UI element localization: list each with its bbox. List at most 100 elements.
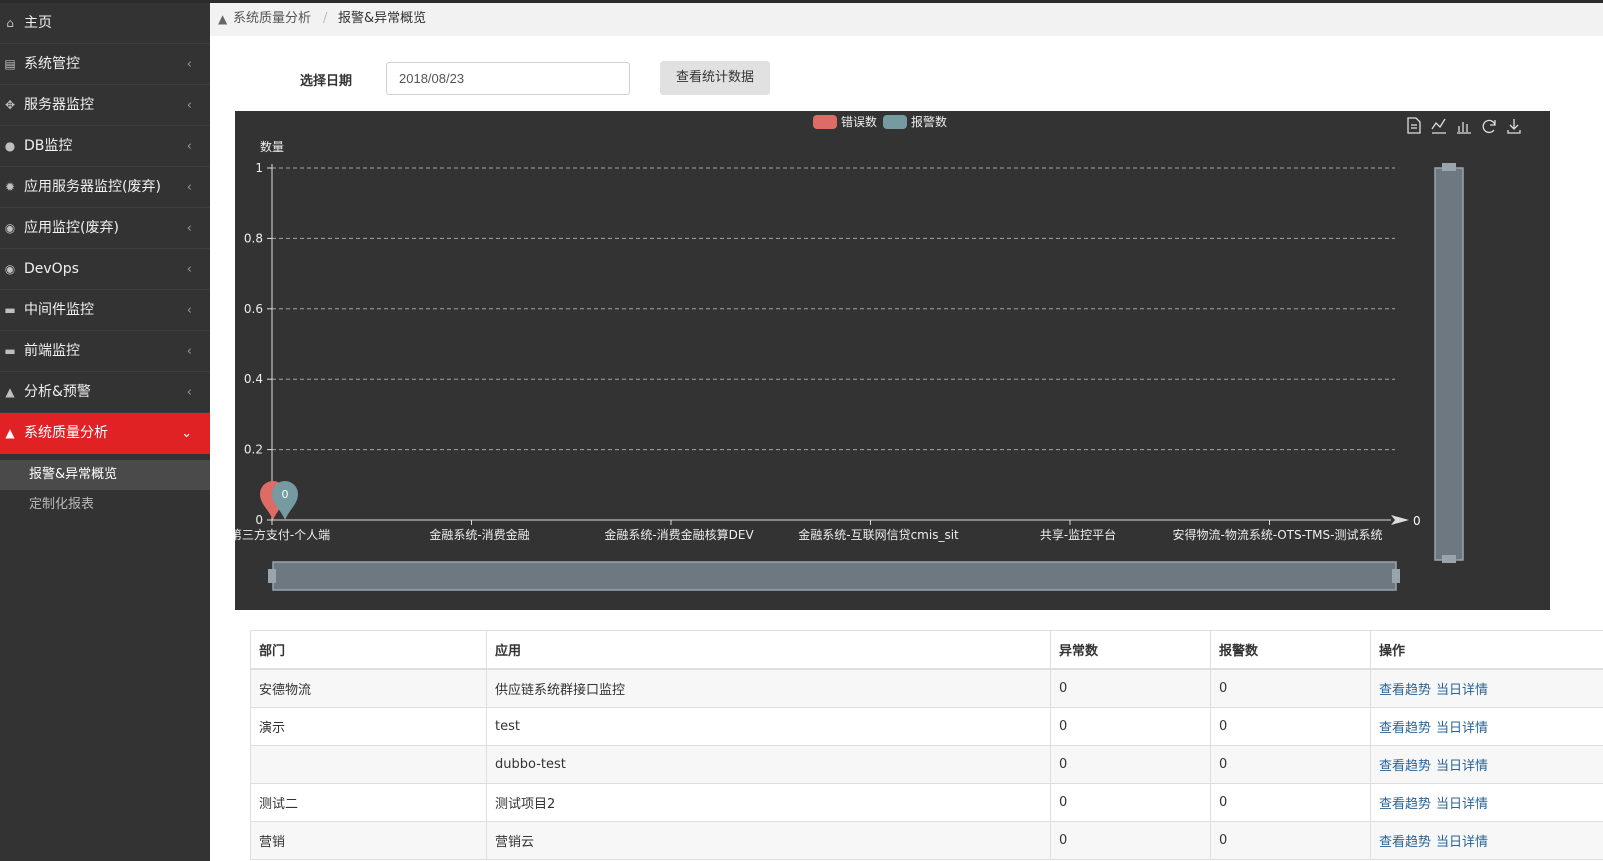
cell-alarms: 0 — [1210, 821, 1371, 860]
chevron-left-icon: ‹ — [186, 98, 192, 113]
sidebar-item-label: 应用服务器监控(废弃) — [24, 179, 161, 195]
sidebar-item-server-monitor[interactable]: ✥ 服务器监控 ‹ — [0, 85, 210, 126]
stats-table: 部门 应用 异常数 报警数 操作 安德物流 供应链系统群接口监控 0 0 查看趋… — [250, 630, 1603, 860]
x-tick-label: 金融系统-消费金融 — [429, 527, 529, 542]
home-icon: ⌂ — [6, 16, 14, 30]
sidebar-item-db-monitor[interactable]: ● DB监控 ‹ — [0, 126, 210, 167]
y-tick-label: 0.8 — [244, 231, 263, 245]
daily-detail-link[interactable]: 当日详情 — [1436, 683, 1488, 698]
x-tick-label: 共享-监控平台 — [1040, 527, 1116, 542]
cell-errors: 0 — [1050, 668, 1211, 708]
sidebar-item-label: 前端监控 — [24, 343, 80, 359]
legend-swatch — [883, 115, 907, 129]
bar-chart-icon[interactable] — [1457, 122, 1471, 134]
cell-actions: 查看趋势 当日详情 — [1370, 668, 1603, 708]
sidebar-item-label: 服务器监控 — [24, 97, 94, 113]
breadcrumb: ▲ 系统质量分析 / 报警&异常概览 — [210, 3, 1603, 36]
refresh-icon[interactable] — [1482, 119, 1496, 134]
server-rack-icon: ▤ — [4, 57, 16, 71]
sidebar-item-devops[interactable]: ◉ DevOps ‹ — [0, 249, 210, 290]
breadcrumb-separator: / — [323, 11, 328, 26]
x-tick-label: 第三方支付-个人端 — [235, 527, 330, 542]
cell-errors: 0 — [1050, 821, 1211, 860]
y-tick-label: 0 — [255, 513, 263, 527]
breadcrumb-parent[interactable]: 系统质量分析 — [233, 3, 311, 35]
daily-detail-link[interactable]: 当日详情 — [1436, 835, 1488, 850]
sidebar-item-label: 应用监控(废弃) — [24, 220, 119, 236]
horizontal-zoom-slider — [272, 561, 1397, 591]
legend-label: 错误数 — [841, 114, 877, 129]
target-icon: ✥ — [4, 98, 16, 112]
eye-icon: ◉ — [4, 262, 16, 276]
query-stats-button[interactable]: 查看统计数据 — [660, 61, 770, 95]
briefcase-icon: ▬ — [4, 303, 16, 317]
zoom-handle — [1442, 163, 1456, 171]
sidebar-item-home[interactable]: ⌂ 主页 — [0, 3, 210, 44]
view-trend-link[interactable]: 查看趋势 — [1379, 759, 1431, 774]
daily-detail-link[interactable]: 当日详情 — [1436, 797, 1488, 812]
bell-icon: ▲ — [218, 12, 228, 26]
zoom-handle — [268, 569, 276, 583]
download-icon[interactable] — [1507, 119, 1521, 134]
sidebar-item-label: 主页 — [24, 15, 52, 31]
column-header: 操作 — [1370, 630, 1603, 670]
zoom-handle — [1442, 555, 1456, 563]
cell-app: 供应链系统群接口监控 — [486, 668, 1051, 708]
cell-app: 营销云 — [486, 821, 1051, 860]
x-tick-label: 金融系统-互联网信贷cmis_sit — [798, 527, 959, 542]
axis-end-label: 0 — [1413, 514, 1421, 528]
view-trend-link[interactable]: 查看趋势 — [1379, 797, 1431, 812]
column-header: 应用 — [486, 630, 1051, 670]
bell-icon: ▲ — [5, 426, 15, 440]
cell-alarms: 0 — [1210, 707, 1371, 746]
date-input[interactable] — [386, 62, 630, 95]
cell-alarms: 0 — [1210, 668, 1371, 708]
x-tick-label: 安得物流-物流系统-OTS-TMS-测试系统 — [1173, 527, 1383, 542]
eye-icon: ◉ — [4, 221, 16, 235]
sidebar-item-system-control[interactable]: ▤ 系统管控 ‹ — [0, 44, 210, 85]
view-trend-link[interactable]: 查看趋势 — [1379, 683, 1431, 698]
daily-detail-link[interactable]: 当日详情 — [1436, 759, 1488, 774]
sidebar-item-analysis-alert[interactable]: ▲ 分析&预警 ‹ — [0, 372, 210, 413]
submenu-item-alarm-overview[interactable]: 报警&异常概览 — [0, 460, 210, 490]
chevron-left-icon: ‹ — [186, 57, 192, 72]
sidebar-item-app-server-monitor[interactable]: ✹ 应用服务器监控(废弃) ‹ — [0, 167, 210, 208]
daily-detail-link[interactable]: 当日详情 — [1436, 721, 1488, 736]
chevron-left-icon: ‹ — [186, 303, 192, 318]
chart-canvas: 错误数 报警数数量10.80.60.40.20 0第三方支付-个人端 金融系统-消费金… — [235, 114, 1521, 591]
sidebar-item-label: 系统质量分析 — [24, 425, 108, 441]
briefcase-icon: ▬ — [4, 344, 16, 358]
y-axis-label: 数量 — [260, 139, 284, 154]
table-row: 营销 营销云 0 0 查看趋势 当日详情 — [250, 821, 1603, 860]
cell-actions: 查看趋势 当日详情 — [1370, 783, 1603, 822]
table-row: 演示 test 0 0 查看趋势 当日详情 — [250, 707, 1603, 746]
y-tick-label: 1 — [255, 161, 263, 175]
cell-actions: 查看趋势 当日详情 — [1370, 707, 1603, 746]
column-header: 报警数 — [1210, 630, 1371, 670]
sidebar-item-app-monitor[interactable]: ◉ 应用监控(废弃) ‹ — [0, 208, 210, 249]
column-header: 部门 — [250, 630, 487, 670]
chevron-left-icon: ‹ — [186, 344, 192, 359]
sidebar-item-label: DB监控 — [24, 138, 73, 154]
legend-label: 报警数 — [911, 114, 947, 129]
chevron-left-icon: ‹ — [186, 262, 192, 277]
data-view-icon[interactable] — [1407, 117, 1421, 134]
line-chart-icon[interactable] — [1431, 118, 1446, 134]
chevron-down-icon: ⌄ — [181, 426, 192, 441]
cell-dept: 安德物流 — [250, 668, 487, 708]
cell-errors: 0 — [1050, 745, 1211, 784]
sidebar-item-label: 系统管控 — [24, 56, 80, 72]
table-row: dubbo-test 0 0 查看趋势 当日详情 — [250, 745, 1603, 784]
view-trend-link[interactable]: 查看趋势 — [1379, 721, 1431, 736]
chevron-left-icon: ‹ — [186, 180, 192, 195]
sidebar: ⌂ 主页 ▤ 系统管控 ‹ ✥ 服务器监控 ‹ ● DB监控 ‹ ✹ 应用服务器… — [0, 3, 210, 861]
x-tick-label: 金融系统-消费金融核算DEV — [604, 527, 754, 542]
view-trend-link[interactable]: 查看趋势 — [1379, 835, 1431, 850]
sidebar-item-frontend-monitor[interactable]: ▬ 前端监控 ‹ — [0, 331, 210, 372]
sidebar-item-middleware-monitor[interactable]: ▬ 中间件监控 ‹ — [0, 290, 210, 331]
sidebar-item-quality-analysis[interactable]: ▲ 系统质量分析 ⌄ — [0, 413, 210, 454]
cell-app: dubbo-test — [486, 745, 1051, 784]
date-label: 选择日期 — [300, 74, 353, 89]
submenu-item-custom-report[interactable]: 定制化报表 — [0, 490, 210, 520]
table-header-row: 部门 应用 异常数 报警数 操作 — [250, 630, 1603, 670]
